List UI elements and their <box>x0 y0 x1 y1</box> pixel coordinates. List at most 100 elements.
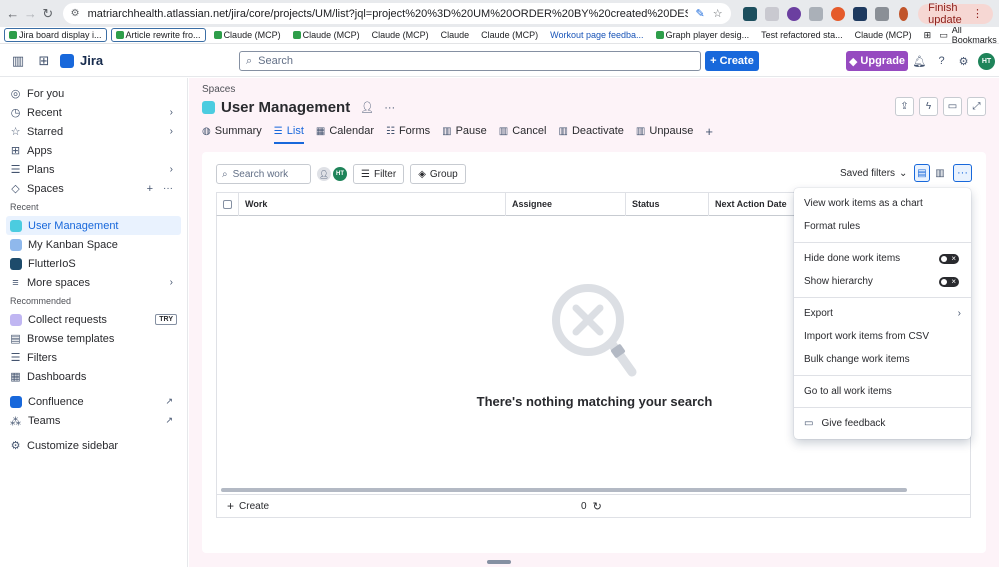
hide-done-toggle[interactable]: × <box>939 253 959 264</box>
address-bar[interactable]: ⚙ matriarchhealth.atlassian.net/jira/cor… <box>62 3 731 24</box>
menu-item-export[interactable]: Export › <box>794 302 971 325</box>
detail-view-toggle-icon[interactable]: ▥ <box>932 164 948 182</box>
column-header-work[interactable]: Work <box>239 192 506 216</box>
notifications-bell-icon[interactable]: 🔔︎ <box>912 52 927 70</box>
sidebar-item-filters[interactable]: ☰ Filters <box>6 348 181 367</box>
finish-update-button[interactable]: Finish update ⋮ <box>918 2 994 26</box>
back-arrow-icon[interactable]: ← <box>6 4 20 24</box>
tab-unpause[interactable]: ▥ Unpause <box>636 121 694 141</box>
all-bookmarks-folder[interactable]: ▭ All Bookmarks <box>939 27 997 43</box>
menu-item-give-feedback[interactable]: ▭ Give feedback <box>794 412 971 435</box>
menu-item-format-rules[interactable]: Format rules <box>794 215 971 238</box>
add-tab-button[interactable]: + <box>705 121 713 141</box>
more-horizontal-icon[interactable]: ··· <box>384 102 395 114</box>
resize-handle[interactable] <box>487 560 511 564</box>
search-work-input[interactable]: ⌕ Search work <box>216 164 311 184</box>
extension-icon[interactable] <box>742 6 757 21</box>
bookmarks-overflow-icon[interactable]: ⊞ <box>920 29 936 42</box>
sidebar-item-more-spaces[interactable]: ≡ More spaces › <box>6 273 181 292</box>
jira-logo[interactable]: Jira <box>60 53 103 68</box>
forward-arrow-icon[interactable]: → <box>24 4 38 24</box>
horizontal-scrollbar[interactable] <box>216 486 971 494</box>
sidebar-item-recent[interactable]: ◷ Recent › <box>6 103 181 122</box>
menu-item-hide-done[interactable]: Hide done work items × <box>794 247 971 270</box>
menu-item-import-csv[interactable]: Import work items from CSV <box>794 325 971 348</box>
user-avatar[interactable]: HT <box>978 52 995 70</box>
tab-calendar[interactable]: ▦ Calendar <box>316 121 374 141</box>
share-icon[interactable]: ⇪ <box>895 97 914 116</box>
menu-item-show-hierarchy[interactable]: Show hierarchy × <box>794 270 971 293</box>
group-button[interactable]: ◈ Group <box>410 164 466 184</box>
help-icon[interactable]: ? <box>934 52 949 70</box>
sidebar-item-collect-requests[interactable]: Collect requests TRY <box>6 310 181 329</box>
extension-icon[interactable] <box>852 6 867 21</box>
claude-extension-icon[interactable] <box>830 6 845 21</box>
feedback-icon[interactable]: ▭ <box>943 97 962 116</box>
sidebar-item-browse-templates[interactable]: ▤ Browse templates <box>6 329 181 348</box>
more-actions-button[interactable]: ··· <box>953 164 972 182</box>
sidebar-item-customize[interactable]: ⚙ Customize sidebar <box>6 436 181 455</box>
unassigned-avatar[interactable]: 👤︎ <box>317 167 331 181</box>
bookmark-item[interactable]: Claude (MCP) <box>289 29 364 41</box>
extensions-puzzle-icon[interactable] <box>874 6 889 21</box>
sidebar-item-dashboards[interactable]: ▦ Dashboards <box>6 367 181 386</box>
extension-icon[interactable] <box>808 6 823 21</box>
global-search-input[interactable]: ⌕ Search <box>239 51 701 71</box>
tab-list[interactable]: ☰ List <box>273 121 304 144</box>
column-header-assignee[interactable]: Assignee <box>506 192 626 216</box>
sidebar-item-starred[interactable]: ☆ Starred › <box>6 122 181 141</box>
extension-pin-icon[interactable]: ✎ <box>696 7 705 20</box>
bookmark-item[interactable]: Workout page feedba... <box>546 29 647 41</box>
bookmark-star-icon[interactable]: ☆ <box>713 7 723 20</box>
tab-cancel[interactable]: ▥ Cancel <box>499 121 547 141</box>
select-all-checkbox[interactable] <box>217 192 239 216</box>
site-info-icon[interactable]: ⚙ <box>71 8 80 19</box>
sidebar-item-user-management[interactable]: User Management <box>6 216 181 235</box>
bookmark-item[interactable]: Claude <box>437 29 474 41</box>
bookmark-item[interactable]: Graph player desig... <box>652 29 754 41</box>
bookmark-item[interactable]: Claude (MCP) <box>210 29 285 41</box>
refresh-icon[interactable]: ↻ <box>593 500 602 513</box>
reload-icon[interactable]: ↻ <box>41 4 55 24</box>
menu-item-view-as-chart[interactable]: View work items as a chart <box>794 192 971 215</box>
upgrade-button[interactable]: ◆ Upgrade <box>846 51 908 71</box>
tab-summary[interactable]: ◍ Summary <box>202 121 262 141</box>
bookmark-item[interactable]: Claude (MCP) <box>477 29 542 41</box>
show-hierarchy-toggle[interactable]: × <box>939 276 959 287</box>
footer-create-button[interactable]: + Create <box>227 499 269 513</box>
more-horizontal-icon[interactable]: ··· <box>163 183 173 194</box>
bookmark-item[interactable]: Test refactored sta... <box>757 29 847 41</box>
add-people-icon[interactable]: 👤︎ <box>360 101 374 114</box>
sidebar-item-confluence[interactable]: Confluence ↗ <box>6 392 181 411</box>
bookmark-item[interactable]: Jira board display i... <box>4 28 107 42</box>
sidebar-item-my-kanban-space[interactable]: My Kanban Space <box>6 235 181 254</box>
menu-item-bulk-change[interactable]: Bulk change work items <box>794 348 971 371</box>
tab-pause[interactable]: ▥ Pause <box>442 121 487 141</box>
user-avatar-filter[interactable]: HT <box>333 167 347 181</box>
filter-button[interactable]: ☰ Filter <box>353 164 405 184</box>
sidebar-item-for-you[interactable]: ◎ For you <box>6 84 181 103</box>
tab-deactivate[interactable]: ▥ Deactivate <box>558 121 623 141</box>
fullscreen-icon[interactable]: ⤢ <box>967 97 986 116</box>
bookmark-item[interactable]: Claude (MCP) <box>368 29 433 41</box>
list-view-toggle-icon[interactable]: ▤ <box>914 164 930 182</box>
sidebar-item-apps[interactable]: ⊞ Apps <box>6 141 181 160</box>
extension-icon[interactable] <box>786 6 801 21</box>
automation-lightning-icon[interactable]: ϟ <box>919 97 938 116</box>
create-button[interactable]: + Create <box>705 51 759 71</box>
sidebar-item-teams[interactable]: ⁂ Teams ↗ <box>6 411 181 430</box>
add-space-plus-icon[interactable]: + <box>147 183 153 195</box>
breadcrumb[interactable]: Spaces <box>202 84 235 95</box>
sidebar-toggle-icon[interactable]: ▥ <box>8 51 28 71</box>
settings-gear-icon[interactable]: ⚙ <box>956 52 971 70</box>
bookmark-item[interactable]: Article rewrite fro... <box>110 28 206 42</box>
tab-forms[interactable]: ☷ Forms <box>386 121 430 141</box>
bookmark-item[interactable]: Claude (MCP) <box>851 29 916 41</box>
menu-item-go-to-all[interactable]: Go to all work items <box>794 380 971 403</box>
column-header-status[interactable]: Status <box>626 192 709 216</box>
extension-icon[interactable] <box>764 6 779 21</box>
sidebar-item-spaces[interactable]: ◇ Spaces + ··· <box>6 179 181 198</box>
sidebar-item-plans[interactable]: ☰ Plans › <box>6 160 181 179</box>
sidebar-item-flutterios[interactable]: FlutterIoS <box>6 254 181 273</box>
app-switcher-icon[interactable]: ⊞ <box>34 51 54 71</box>
